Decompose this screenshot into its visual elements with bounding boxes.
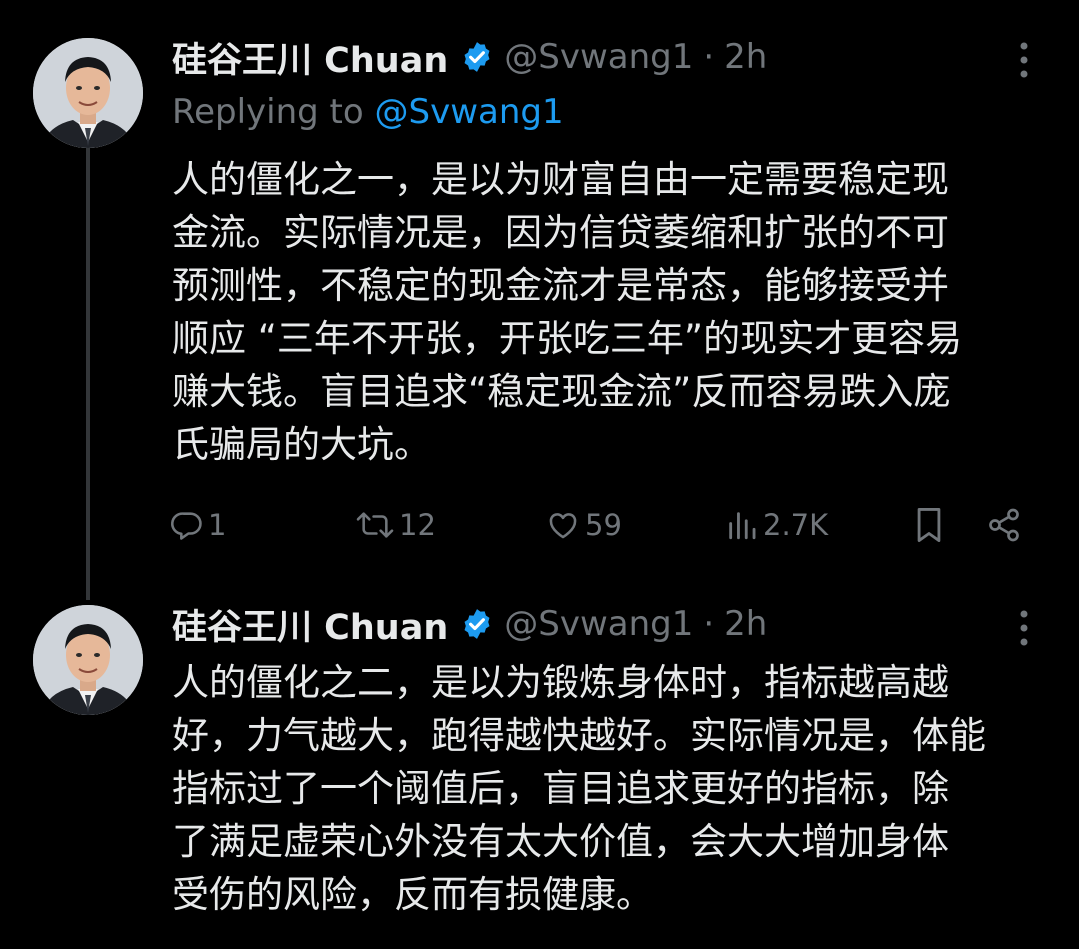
text-line: 人的僵化之二，是以为锻炼身体时，指标越高越 — [172, 661, 949, 704]
text-line: 预测性，不稳定的现金流才是常态，能够接受并 — [172, 264, 949, 307]
author-handle[interactable]: @Svwang1 — [504, 37, 693, 77]
views-icon — [729, 512, 756, 540]
verified-badge-icon — [464, 609, 490, 639]
retweet-count: 12 — [399, 508, 436, 542]
verified-badge-icon — [464, 42, 490, 72]
text-line: 人的僵化之一，是以为财富自由一定需要稳定现 — [172, 158, 949, 201]
like-icon — [549, 513, 577, 539]
reply-count: 1 — [208, 508, 227, 542]
text-line: 赚大钱。盲目追求“稳定现金流”反而容易跌入庞 — [172, 370, 951, 413]
timestamp[interactable]: 2h — [724, 604, 767, 644]
text-line: 氏骗局的大坑。 — [172, 423, 431, 466]
tweet-header: 硅谷王川 Chuan @Svwang1 · 2h — [172, 594, 767, 654]
like-count: 59 — [585, 508, 622, 542]
views-button[interactable]: 2.7K — [725, 500, 828, 550]
views-count: 2.7K — [763, 508, 829, 542]
timestamp[interactable]: 2h — [724, 37, 767, 77]
tweet-2[interactable]: 硅谷王川 Chuan @Svwang1 · 2h 人的僵化之二，是以为锻炼身体时… — [0, 600, 1079, 949]
text-line: 了满足虚荣心外没有太大价值，会大大增加身体 — [172, 820, 949, 863]
separator-dot: · — [703, 37, 715, 77]
author-name[interactable]: 硅谷王川 Chuan — [172, 599, 448, 650]
author-name[interactable]: 硅谷王川 Chuan — [172, 32, 448, 83]
text-line: 金流。实际情况是，因为信贷萎缩和扩张的不可 — [172, 211, 949, 254]
author-handle[interactable]: @Svwang1 — [504, 604, 693, 644]
retweet-icon — [356, 512, 394, 538]
tweet-text: 人的僵化之二，是以为锻炼身体时，指标越高越 好，力气越大，跑得越快越好。实际情况… — [172, 656, 1052, 921]
separator-dot: · — [703, 604, 715, 644]
thread-connector — [86, 148, 90, 600]
share-button[interactable] — [986, 500, 1022, 550]
avatar[interactable] — [33, 605, 143, 715]
avatar[interactable] — [33, 38, 143, 148]
reply-button[interactable]: 1 — [170, 500, 226, 550]
text-line: 指标过了一个阈值后，盲目追求更好的指标，除 — [172, 767, 949, 810]
tweet-text: 人的僵化之一，是以为财富自由一定需要稳定现 金流。实际情况是，因为信贷萎缩和扩张… — [172, 153, 1052, 471]
replying-handle[interactable]: @Svwang1 — [375, 92, 564, 132]
tweet-header: 硅谷王川 Chuan @Svwang1 · 2h — [172, 27, 767, 87]
tweet-1[interactable]: 硅谷王川 Chuan @Svwang1 · 2h Replying to @Sv… — [0, 0, 1079, 600]
replying-label: Replying to — [172, 92, 364, 132]
text-line: 顺应 “三年不开张，开张吃三年”的现实才更容易 — [172, 317, 963, 360]
retweet-button[interactable]: 12 — [355, 500, 436, 550]
action-bar: 1 12 59 2.7K — [170, 500, 1030, 550]
more-icon[interactable] — [1012, 608, 1036, 648]
share-icon — [989, 508, 1019, 542]
text-line: 好，力气越大，跑得越快越好。实际情况是，体能 — [172, 714, 986, 757]
text-line: 受伤的风险，反而有损健康。 — [172, 873, 653, 916]
reply-icon — [171, 512, 202, 540]
bookmark-button[interactable] — [912, 500, 946, 550]
bookmark-icon — [917, 507, 941, 542]
more-icon[interactable] — [1012, 40, 1036, 80]
replying-to: Replying to @Svwang1 — [172, 92, 564, 132]
like-button[interactable]: 59 — [545, 500, 622, 550]
